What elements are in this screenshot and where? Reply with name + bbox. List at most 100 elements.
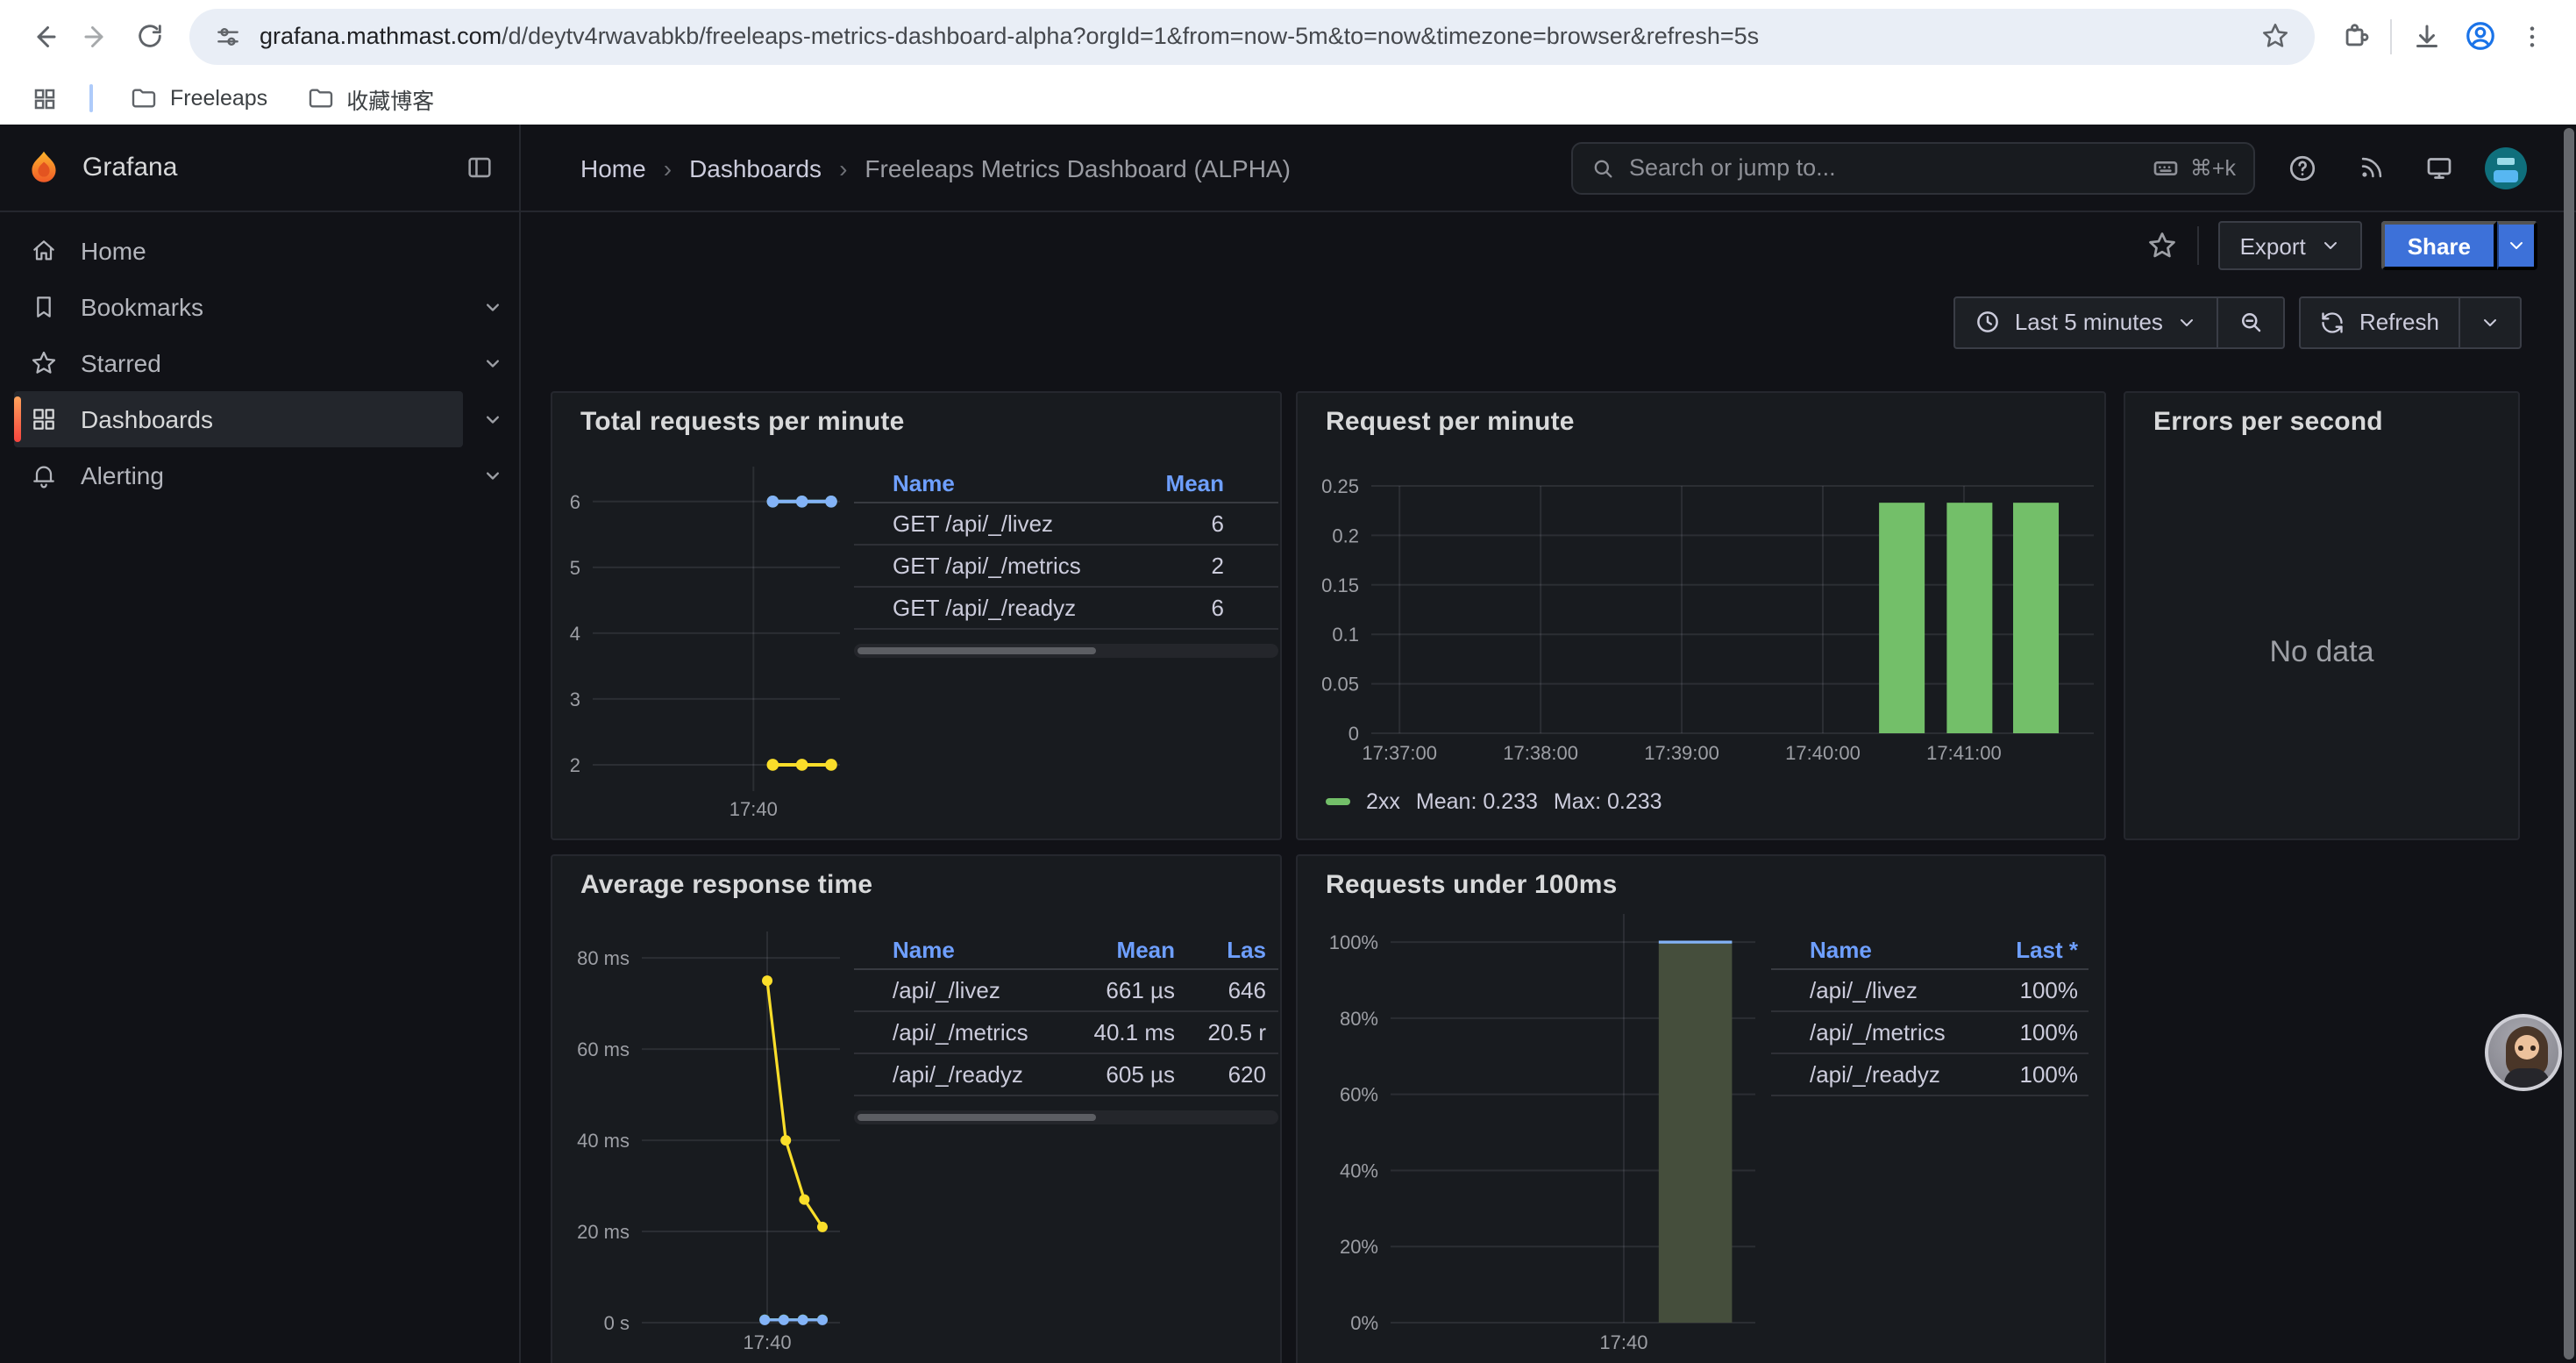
series-name[interactable]: 2xx: [1366, 789, 1400, 814]
rss-icon[interactable]: [2348, 145, 2394, 190]
panel-title[interactable]: Requests under 100ms: [1326, 870, 1617, 900]
forward-icon[interactable]: [70, 10, 123, 62]
time-range-picker[interactable]: Last 5 minutes: [1955, 297, 2217, 346]
chevron-down-icon[interactable]: [473, 288, 512, 326]
scrollbar-thumb[interactable]: [2564, 128, 2574, 1359]
panel-title[interactable]: Errors per second: [2153, 407, 2383, 437]
sidebar-item-dashboards[interactable]: Dashboards: [14, 391, 463, 447]
legend-row[interactable]: GET /api/_/readyz6: [854, 588, 1278, 630]
reload-icon[interactable]: [123, 10, 175, 62]
legend-column-mean[interactable]: Mean: [1070, 936, 1175, 962]
monitor-icon[interactable]: [2416, 145, 2462, 190]
search-input[interactable]: Search or jump to... ⌘+k: [1571, 141, 2255, 194]
favorite-star-icon[interactable]: [2147, 230, 2179, 261]
legend-row[interactable]: /api/_/livez100%: [1771, 970, 2089, 1012]
svg-text:2: 2: [570, 754, 580, 776]
legend-table-header[interactable]: NameMean: [854, 463, 1278, 503]
series-name[interactable]: /api/_/readyz: [1810, 1061, 1994, 1088]
bookmarks-bar: Freeleaps 收藏博客: [0, 72, 2576, 125]
series-color-pill: [1326, 798, 1350, 806]
chevron-down-icon[interactable]: [473, 400, 512, 439]
breadcrumb-home[interactable]: Home: [580, 153, 646, 182]
page-scrollbar[interactable]: [2562, 125, 2576, 1363]
bar-chart[interactable]: 0.250.20.150.10.05017:37:0017:38:0017:39…: [1298, 446, 2106, 840]
series-name[interactable]: /api/_/livez: [1810, 977, 1994, 1003]
export-button[interactable]: Export: [2219, 221, 2362, 270]
legend-table: NameMeanLas/api/_/livez661 µs646/api/_/m…: [854, 930, 1278, 1124]
download-icon[interactable]: [2401, 10, 2453, 62]
panel-title[interactable]: Average response time: [580, 870, 872, 900]
legend-hscrollbar[interactable]: [854, 644, 1278, 658]
legend-row[interactable]: /api/_/metrics40.1 ms20.5 r: [854, 1012, 1278, 1054]
series-value: 100%: [1994, 1019, 2078, 1045]
bookmark-star-icon[interactable]: [2260, 21, 2290, 51]
assistant-avatar[interactable]: [2485, 1014, 2562, 1091]
legend-row[interactable]: GET /api/_/livez6: [854, 503, 1278, 546]
zoom-out-button[interactable]: [2217, 297, 2284, 346]
series-name[interactable]: /api/_/livez: [893, 977, 1070, 1003]
legend-hscrollbar[interactable]: [854, 1110, 1278, 1124]
series-name[interactable]: GET /api/_/metrics: [893, 553, 1119, 579]
legend-hscrollbar-thumb[interactable]: [857, 1114, 1095, 1121]
apps-grid-icon[interactable]: [21, 85, 68, 111]
legend-table-header[interactable]: NameMeanLas: [854, 930, 1278, 970]
browser-menu-icon[interactable]: [2506, 10, 2558, 62]
legend-row[interactable]: /api/_/livez661 µs646: [854, 970, 1278, 1012]
series-name[interactable]: GET /api/_/livez: [893, 510, 1119, 537]
series-name[interactable]: /api/_/readyz: [893, 1061, 1070, 1088]
series-value: 661 µs: [1070, 977, 1175, 1003]
chevron-down-icon[interactable]: [473, 456, 512, 495]
share-split-button: Share: [2381, 221, 2537, 270]
sidebar-item-starred[interactable]: Starred: [14, 335, 463, 391]
help-icon[interactable]: [2280, 145, 2325, 190]
legend-column-mean[interactable]: Mean: [1119, 469, 1224, 496]
legend-column-last[interactable]: Last *: [1994, 936, 2078, 962]
legend-row[interactable]: /api/_/readyz100%: [1771, 1054, 2089, 1096]
legend-column-las[interactable]: Las: [1175, 936, 1266, 962]
legend-column-name[interactable]: Name: [893, 936, 1070, 962]
share-menu-chevron[interactable]: [2497, 221, 2537, 270]
bookmark-folder-blogs[interactable]: 收藏博客: [290, 76, 450, 120]
grafana-logo[interactable]: [25, 148, 63, 187]
legend-row[interactable]: /api/_/metrics100%: [1771, 1012, 2089, 1054]
legend-table-header[interactable]: NameLast *: [1771, 930, 2089, 970]
profile-icon[interactable]: [2453, 10, 2506, 62]
sidebar-item-label: Starred: [81, 349, 161, 377]
back-icon[interactable]: [18, 10, 70, 62]
user-avatar[interactable]: [2485, 146, 2527, 189]
site-settings-icon[interactable]: [214, 22, 242, 50]
refresh-button[interactable]: Refresh: [2302, 297, 2459, 346]
svg-text:17:41:00: 17:41:00: [1926, 742, 2002, 764]
series-stat: Max: 0.233: [1554, 789, 1662, 814]
url-bar[interactable]: grafana.mathmast.com/d/deytv4rwavabkb/fr…: [189, 8, 2315, 64]
bookmark-folder-freeleaps[interactable]: Freeleaps: [114, 79, 283, 118]
series-value: 100%: [1994, 977, 2078, 1003]
share-button[interactable]: Share: [2381, 221, 2497, 270]
sidebar-item-home[interactable]: Home: [14, 223, 463, 279]
svg-text:17:37:00: 17:37:00: [1362, 742, 1437, 764]
sidebar-toggle-icon[interactable]: [465, 153, 495, 182]
bookmark-label: Freeleaps: [170, 86, 267, 111]
series-name[interactable]: GET /api/_/readyz: [893, 595, 1119, 621]
panel-title[interactable]: Request per minute: [1326, 407, 1575, 437]
extensions-icon[interactable]: [2329, 10, 2381, 62]
sidebar-item-alerting[interactable]: Alerting: [14, 447, 463, 503]
breadcrumb-dashboards[interactable]: Dashboards: [689, 153, 822, 182]
legend-column-name[interactable]: Name: [893, 469, 1119, 496]
brand-name[interactable]: Grafana: [82, 153, 177, 182]
legend-hscrollbar-thumb[interactable]: [857, 647, 1095, 654]
header-main: Home › Dashboards › Freeleaps Metrics Da…: [521, 125, 2576, 211]
url-text[interactable]: grafana.mathmast.com/d/deytv4rwavabkb/fr…: [260, 23, 2243, 49]
panel-total-requests: Total requests per minute 6543217:40 Nam…: [551, 391, 1282, 840]
sidebar-item-bookmarks[interactable]: Bookmarks: [14, 279, 463, 335]
legend-row[interactable]: /api/_/readyz605 µs620: [854, 1054, 1278, 1096]
panel-title[interactable]: Total requests per minute: [580, 407, 905, 437]
series-name[interactable]: /api/_/metrics: [1810, 1019, 1994, 1045]
chevron-down-icon[interactable]: [473, 344, 512, 382]
legend-inline[interactable]: 2xxMean: 0.233Max: 0.233: [1326, 789, 1662, 814]
legend-column-name[interactable]: Name: [1810, 936, 1994, 962]
series-name[interactable]: /api/_/metrics: [893, 1019, 1070, 1045]
refresh-icon: [2321, 310, 2345, 334]
refresh-interval-chevron[interactable]: [2459, 297, 2520, 346]
legend-row[interactable]: GET /api/_/metrics2: [854, 546, 1278, 588]
